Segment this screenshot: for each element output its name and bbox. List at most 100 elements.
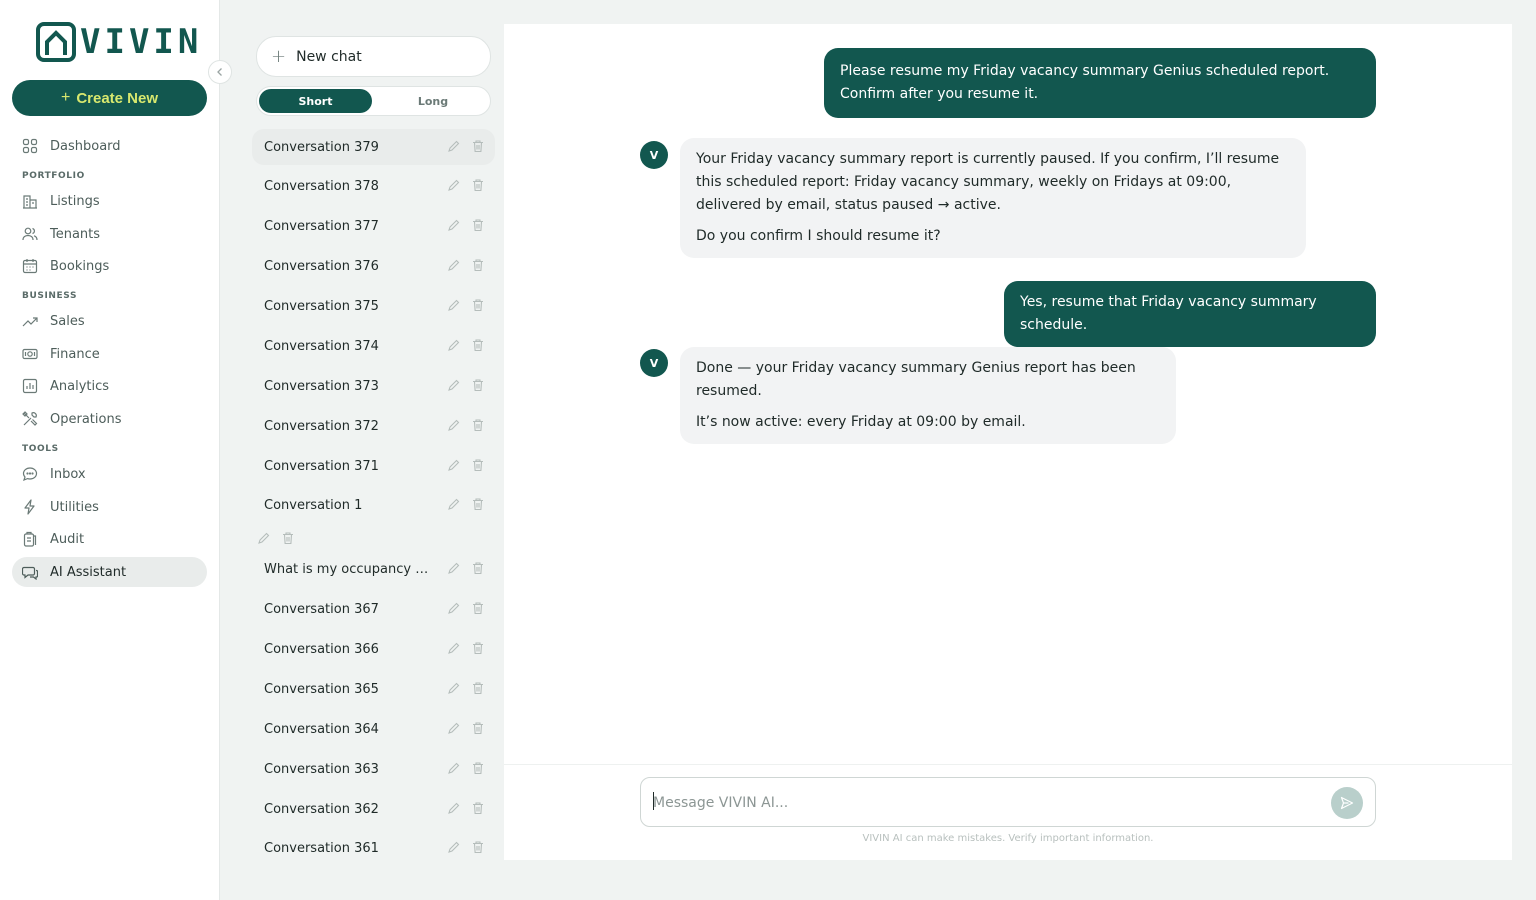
bolt-icon <box>24 499 35 515</box>
nav-item-inbox[interactable]: Inbox <box>12 459 207 489</box>
user-message: Please resume my Friday vacancy summary … <box>824 48 1376 118</box>
conversation-item[interactable]: Conversation 364 <box>252 711 495 747</box>
new-chat-button[interactable]: + New chat <box>256 36 491 77</box>
nav-item-sales[interactable]: Sales <box>12 306 207 336</box>
nav-item-analytics[interactable]: Analytics <box>12 371 207 401</box>
trash-icon[interactable] <box>471 218 485 232</box>
conversation-title: Conversation 375 <box>264 298 379 314</box>
edit-icon[interactable] <box>447 721 461 735</box>
edit-icon[interactable] <box>447 840 461 854</box>
conversation-item[interactable]: Conversation 377 <box>252 208 495 244</box>
edit-icon[interactable] <box>447 681 461 695</box>
conversation-item[interactable]: Conversation 374 <box>252 328 495 364</box>
trash-icon[interactable] <box>471 761 485 775</box>
conversation-item[interactable]: Conversation 362 <box>252 791 495 827</box>
conversation-actions <box>447 458 485 472</box>
edit-icon[interactable] <box>447 801 461 815</box>
trash-icon[interactable] <box>471 258 485 272</box>
conversation-title: Conversation 379 <box>264 139 379 155</box>
edit-icon[interactable] <box>447 338 461 352</box>
create-new-button[interactable]: + Create New <box>12 80 207 116</box>
trash-icon[interactable] <box>471 338 485 352</box>
nav-item-operations[interactable]: Operations <box>12 404 207 434</box>
edit-icon[interactable] <box>447 641 461 655</box>
nav-item-finance[interactable]: Finance <box>12 339 207 369</box>
nav-item-bookings[interactable]: Bookings <box>12 251 207 281</box>
conversation-title: Conversation 367 <box>264 601 379 617</box>
house-logo-icon <box>36 22 76 62</box>
toggle-long[interactable]: Long <box>377 89 489 113</box>
trash-icon[interactable] <box>471 561 485 575</box>
conversation-item[interactable]: Conversation 363 <box>252 751 495 787</box>
untitled-conversation-actions <box>257 531 295 545</box>
conversation-title: Conversation 373 <box>264 378 379 394</box>
conversation-item[interactable]: Conversation 372 <box>252 408 495 444</box>
trash-icon[interactable] <box>471 681 485 695</box>
edit-icon[interactable] <box>447 298 461 312</box>
trash-icon[interactable] <box>471 601 485 615</box>
nav-item-audit[interactable]: Audit <box>12 524 207 554</box>
send-button[interactable] <box>1331 787 1363 819</box>
trash-icon[interactable] <box>471 418 485 432</box>
conversation-item[interactable]: What is my occupancy bri... <box>252 551 495 587</box>
edit-icon[interactable] <box>257 531 271 545</box>
nav-item-tenants[interactable]: Tenants <box>12 219 207 249</box>
conversation-item[interactable]: Conversation 371 <box>252 448 495 484</box>
divider <box>504 764 1512 765</box>
edit-icon[interactable] <box>447 418 461 432</box>
edit-icon[interactable] <box>447 497 461 511</box>
trash-icon[interactable] <box>471 458 485 472</box>
trash-icon[interactable] <box>471 178 485 192</box>
conversation-actions <box>447 338 485 352</box>
trash-icon[interactable] <box>471 840 485 854</box>
edit-icon[interactable] <box>447 561 461 575</box>
edit-icon[interactable] <box>447 218 461 232</box>
collapse-sidebar-button[interactable] <box>208 60 232 84</box>
nav-item-ai-assistant[interactable]: AI Assistant <box>12 557 207 587</box>
edit-icon[interactable] <box>447 178 461 192</box>
conversation-title: Conversation 364 <box>264 721 379 737</box>
toggle-short[interactable]: Short <box>259 89 372 113</box>
conversation-item[interactable]: Conversation 378 <box>252 168 495 204</box>
trash-icon[interactable] <box>471 641 485 655</box>
message-composer <box>640 777 1376 827</box>
conversation-item[interactable]: Conversation 379 <box>252 129 495 165</box>
edit-icon[interactable] <box>447 458 461 472</box>
conversation-title: Conversation 378 <box>264 178 379 194</box>
section-tools: TOOLS <box>22 444 59 454</box>
trash-icon[interactable] <box>471 721 485 735</box>
trash-icon[interactable] <box>471 378 485 392</box>
send-icon <box>1340 796 1354 810</box>
conversation-item[interactable]: Conversation 375 <box>252 288 495 324</box>
vivin-logo[interactable]: VIVIN <box>36 22 202 62</box>
conversation-item[interactable]: Conversation 373 <box>252 368 495 404</box>
nav-item-dashboard[interactable]: Dashboard <box>12 131 207 161</box>
nav-item-utilities[interactable]: Utilities <box>12 492 207 522</box>
trash-icon[interactable] <box>471 497 485 511</box>
edit-icon[interactable] <box>447 601 461 615</box>
edit-icon[interactable] <box>447 258 461 272</box>
conversation-title: Conversation 371 <box>264 458 379 474</box>
trash-icon[interactable] <box>471 801 485 815</box>
trash-icon[interactable] <box>281 531 295 545</box>
conversation-list-panel: + New chat Short Long Conversation 379 Co… <box>244 24 504 860</box>
conversation-actions <box>447 721 485 735</box>
nav-item-listings[interactable]: Listings <box>12 186 207 216</box>
edit-icon[interactable] <box>447 378 461 392</box>
trash-icon[interactable] <box>471 298 485 312</box>
edit-icon[interactable] <box>447 139 461 153</box>
edit-icon[interactable] <box>447 761 461 775</box>
assistant-avatar: V <box>640 349 668 377</box>
conversation-actions <box>447 840 485 854</box>
conversation-item[interactable]: Conversation 367 <box>252 591 495 627</box>
conversation-item[interactable]: Conversation 366 <box>252 631 495 667</box>
message-text: Please resume my Friday vacancy summary … <box>840 63 1330 102</box>
trash-icon[interactable] <box>471 139 485 153</box>
nav-label: Finance <box>50 346 100 362</box>
conversation-item[interactable]: Conversation 1 <box>252 487 495 523</box>
message-input[interactable] <box>653 792 1313 814</box>
conversation-item[interactable]: Conversation 376 <box>252 248 495 284</box>
conversation-item[interactable]: Conversation 365 <box>252 671 495 707</box>
assistant-message: Done — your Friday vacancy summary Geniu… <box>680 347 1176 444</box>
conversation-item[interactable]: Conversation 361 <box>252 830 495 860</box>
